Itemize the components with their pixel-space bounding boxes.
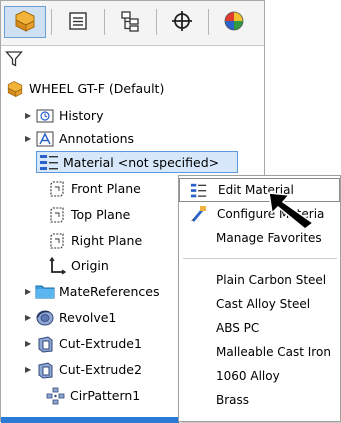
menu-item-label: Manage Favorites xyxy=(216,231,322,245)
tree-item-annotations[interactable]: ▶ Annotations xyxy=(25,128,134,149)
plane-icon xyxy=(47,206,67,224)
tree-item-label: Cut-Extrude2 xyxy=(59,361,142,377)
featuremanager-tab[interactable] xyxy=(4,6,46,38)
pointer-arrow-icon xyxy=(267,189,317,231)
menu-item-material[interactable]: Malleable Cast Iron xyxy=(179,340,340,364)
configure-material-icon xyxy=(189,205,207,223)
history-icon xyxy=(35,107,55,125)
tree-item-front-plane[interactable]: Front Plane xyxy=(47,178,141,199)
configurationmanager-tab[interactable] xyxy=(109,6,151,38)
tree-item-label: History xyxy=(59,107,104,123)
revolve-icon xyxy=(35,309,55,327)
expand-arrow-icon[interactable]: ▶ xyxy=(25,134,35,143)
material-option-label: Cast Alloy Steel xyxy=(216,297,311,311)
tree-item-label: CirPattern1 xyxy=(70,387,141,403)
part-icon xyxy=(5,80,25,98)
edit-material-icon xyxy=(190,182,208,200)
tree-item-right-plane[interactable]: Right Plane xyxy=(47,230,142,251)
cut-extrude-icon xyxy=(35,361,55,379)
tree-item-label: Material <not specified> xyxy=(63,154,220,170)
dimxpert-icon xyxy=(171,10,193,35)
material-icon xyxy=(39,154,59,172)
plane-icon xyxy=(47,232,67,250)
tree-item-top-plane[interactable]: Top Plane xyxy=(47,204,130,225)
expand-arrow-icon[interactable]: ▶ xyxy=(25,313,35,322)
tree-root-label: WHEEL GT-F (Default) xyxy=(29,80,165,96)
material-option-label: Brass xyxy=(216,393,250,407)
tree-item-label: MateReferences xyxy=(59,283,160,299)
material-option-label: 1060 Alloy xyxy=(216,369,280,383)
menu-separator xyxy=(183,258,337,259)
filter-icon[interactable] xyxy=(5,50,23,71)
tree-item-revolve1[interactable]: ▶ Revolve1 xyxy=(25,307,116,328)
tree-item-label: Revolve1 xyxy=(59,309,117,325)
folder-icon xyxy=(35,283,55,301)
material-option-label: ABS PC xyxy=(216,321,260,335)
display-manager-icon xyxy=(222,9,246,36)
menu-item-material[interactable]: ABS PC xyxy=(179,316,340,340)
display-manager-tab[interactable] xyxy=(213,6,255,38)
tree-item-history[interactable]: ▶ History xyxy=(25,105,103,126)
menu-item-material[interactable]: 1060 Alloy xyxy=(179,364,340,388)
propertymanager-icon xyxy=(67,10,89,35)
plane-icon xyxy=(47,180,67,198)
featuremanager-icon xyxy=(12,9,38,36)
tree-item-label: Cut-Extrude1 xyxy=(59,335,142,351)
tree-item-label: Origin xyxy=(71,257,109,273)
menu-item-material[interactable]: Cast Alloy Steel xyxy=(179,292,340,316)
tree-root[interactable]: WHEEL GT-F (Default) xyxy=(5,78,164,99)
menu-item-material[interactable]: Plain Carbon Steel xyxy=(179,268,340,292)
expand-arrow-icon[interactable]: ▶ xyxy=(25,339,35,348)
tree-filter[interactable] xyxy=(1,46,264,72)
tree-item-label: Front Plane xyxy=(71,180,141,196)
panel-toolbar xyxy=(1,1,264,46)
tree-item-label: Right Plane xyxy=(71,232,143,248)
circular-pattern-icon xyxy=(46,387,66,405)
expand-arrow-icon[interactable]: ▶ xyxy=(25,111,35,120)
tree-item-material[interactable]: Material <not specified> xyxy=(39,152,219,173)
propertymanager-tab[interactable] xyxy=(57,6,99,38)
annotations-icon xyxy=(35,130,55,148)
material-option-label: Plain Carbon Steel xyxy=(216,273,327,287)
tree-item-cut-extrude1[interactable]: ▶ Cut-Extrude1 xyxy=(25,333,142,354)
tree-item-matereferences[interactable]: ▶ MateReferences xyxy=(25,281,160,302)
selection-strip xyxy=(1,417,179,423)
tree-item-cut-extrude2[interactable]: ▶ Cut-Extrude2 xyxy=(25,359,142,380)
configurationmanager-icon xyxy=(119,10,141,35)
menu-item-material[interactable]: Brass xyxy=(179,388,340,412)
origin-icon xyxy=(47,256,67,275)
tree-item-origin[interactable]: Origin xyxy=(47,255,109,276)
dimxpert-tab[interactable] xyxy=(161,6,203,38)
tree-item-label: Top Plane xyxy=(71,206,131,222)
expand-arrow-icon[interactable]: ▶ xyxy=(25,365,35,374)
expand-arrow-icon[interactable]: ▶ xyxy=(25,287,35,296)
tree-item-label: Annotations xyxy=(59,130,135,146)
tree-item-cirpattern1[interactable]: CirPattern1 xyxy=(46,385,140,406)
cut-extrude-icon xyxy=(35,335,55,353)
material-option-label: Malleable Cast Iron xyxy=(216,345,331,359)
